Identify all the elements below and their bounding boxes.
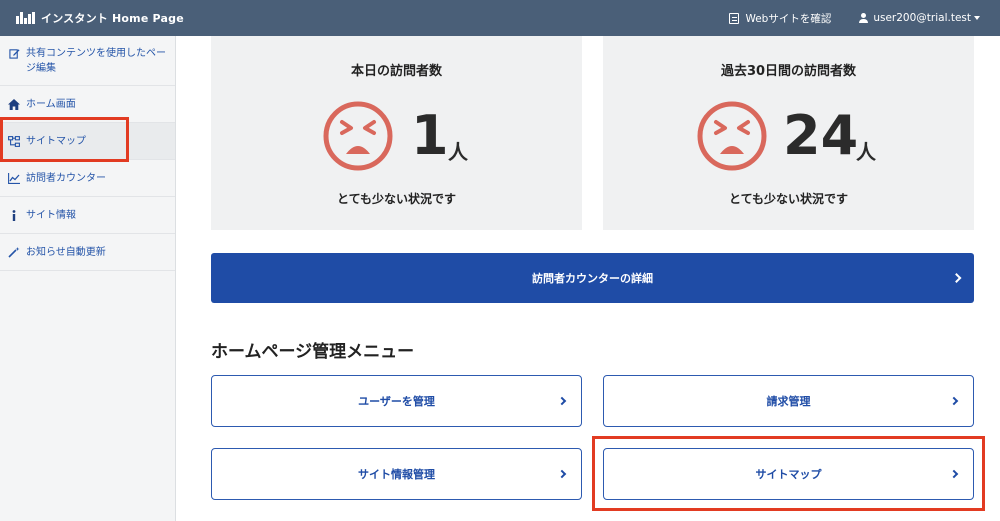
- menu-button-label: 請求管理: [766, 395, 811, 408]
- chevron-right-icon: [951, 273, 962, 283]
- brand-name: インスタント Home Page: [41, 12, 184, 25]
- sidebar-item-site-info[interactable]: サイト情報: [0, 197, 175, 234]
- sidebar-item-home[interactable]: ホーム画面: [0, 86, 175, 123]
- brand[interactable]: インスタント Home Page: [16, 10, 184, 26]
- visitor-count: 24: [783, 104, 859, 167]
- card-title: 本日の訪問者数: [350, 64, 442, 79]
- sidebar-item-visitor-counter[interactable]: 訪問者カウンター: [0, 160, 175, 197]
- info-icon: [8, 209, 20, 221]
- chevron-right-icon: [949, 469, 959, 479]
- menu-button-label: サイト情報管理: [358, 468, 435, 481]
- wand-icon: [8, 246, 20, 258]
- user-menu[interactable]: user200@trial.test: [859, 12, 980, 24]
- document-icon: [729, 12, 740, 24]
- user-icon: [859, 13, 869, 23]
- sidebar-item-label: サイト情報: [26, 209, 76, 221]
- menu-button-label: ユーザーを管理: [358, 395, 435, 408]
- sad-face-icon: [697, 101, 767, 171]
- top-bar: インスタント Home Page Webサイトを確認 user200@trial…: [0, 0, 1000, 36]
- edit-icon: [8, 47, 20, 59]
- menu-button-label: サイトマップ: [755, 468, 822, 481]
- chevron-right-icon: [949, 396, 959, 406]
- sitemap-button[interactable]: サイトマップ: [603, 448, 974, 500]
- sidebar-item-label: お知らせ自動更新: [26, 246, 106, 258]
- visitor-counter-detail-button[interactable]: 訪問者カウンターの詳細: [211, 253, 974, 303]
- brand-logo-icon: [16, 12, 35, 24]
- chart-icon: [8, 172, 20, 184]
- month-visitors-card: 過去30日間の訪問者数 24 人 とても少ない状況です: [603, 36, 974, 230]
- visitor-unit: 人: [856, 140, 876, 164]
- sidebar-item-label: 訪問者カウンター: [26, 172, 106, 184]
- visitor-count: 1: [411, 104, 449, 167]
- sidebar: 共有コンテンツを使用したページ編集 ホーム画面 サイトマップ 訪問者カウンター …: [0, 36, 176, 521]
- view-site-label: Webサイトを確認: [745, 12, 832, 25]
- today-visitors-card: 本日の訪問者数 1 人 とても少ない状況です: [211, 36, 582, 230]
- chevron-right-icon: [557, 469, 567, 479]
- sitemap-icon: [8, 135, 20, 147]
- card-status: とても少ない状況です: [728, 192, 849, 206]
- home-icon: [8, 98, 20, 110]
- sidebar-item-label: 共有コンテンツを使用したページ編集: [26, 48, 166, 74]
- card-title: 過去30日間の訪問者数: [720, 64, 857, 79]
- sad-face-icon: [323, 101, 393, 171]
- sidebar-item-shared-content-edit[interactable]: 共有コンテンツを使用したページ編集: [0, 36, 175, 86]
- detail-button-label: 訪問者カウンターの詳細: [532, 272, 653, 285]
- card-status: とても少ない状況です: [336, 192, 457, 206]
- manage-users-button[interactable]: ユーザーを管理: [211, 375, 582, 427]
- user-email: user200@trial.test: [873, 12, 971, 24]
- chevron-right-icon: [557, 396, 567, 406]
- sidebar-item-label: ホーム画面: [26, 98, 76, 110]
- billing-button[interactable]: 請求管理: [603, 375, 974, 427]
- site-info-management-button[interactable]: サイト情報管理: [211, 448, 582, 500]
- visitor-unit: 人: [448, 140, 468, 164]
- view-site-link[interactable]: Webサイトを確認: [729, 11, 831, 26]
- sidebar-item-sitemap[interactable]: サイトマップ: [0, 123, 175, 160]
- sidebar-item-label: サイトマップ: [26, 135, 86, 147]
- sidebar-item-auto-news[interactable]: お知らせ自動更新: [0, 234, 175, 271]
- caret-down-icon: [974, 16, 980, 20]
- section-title: ホームページ管理メニュー: [211, 342, 415, 362]
